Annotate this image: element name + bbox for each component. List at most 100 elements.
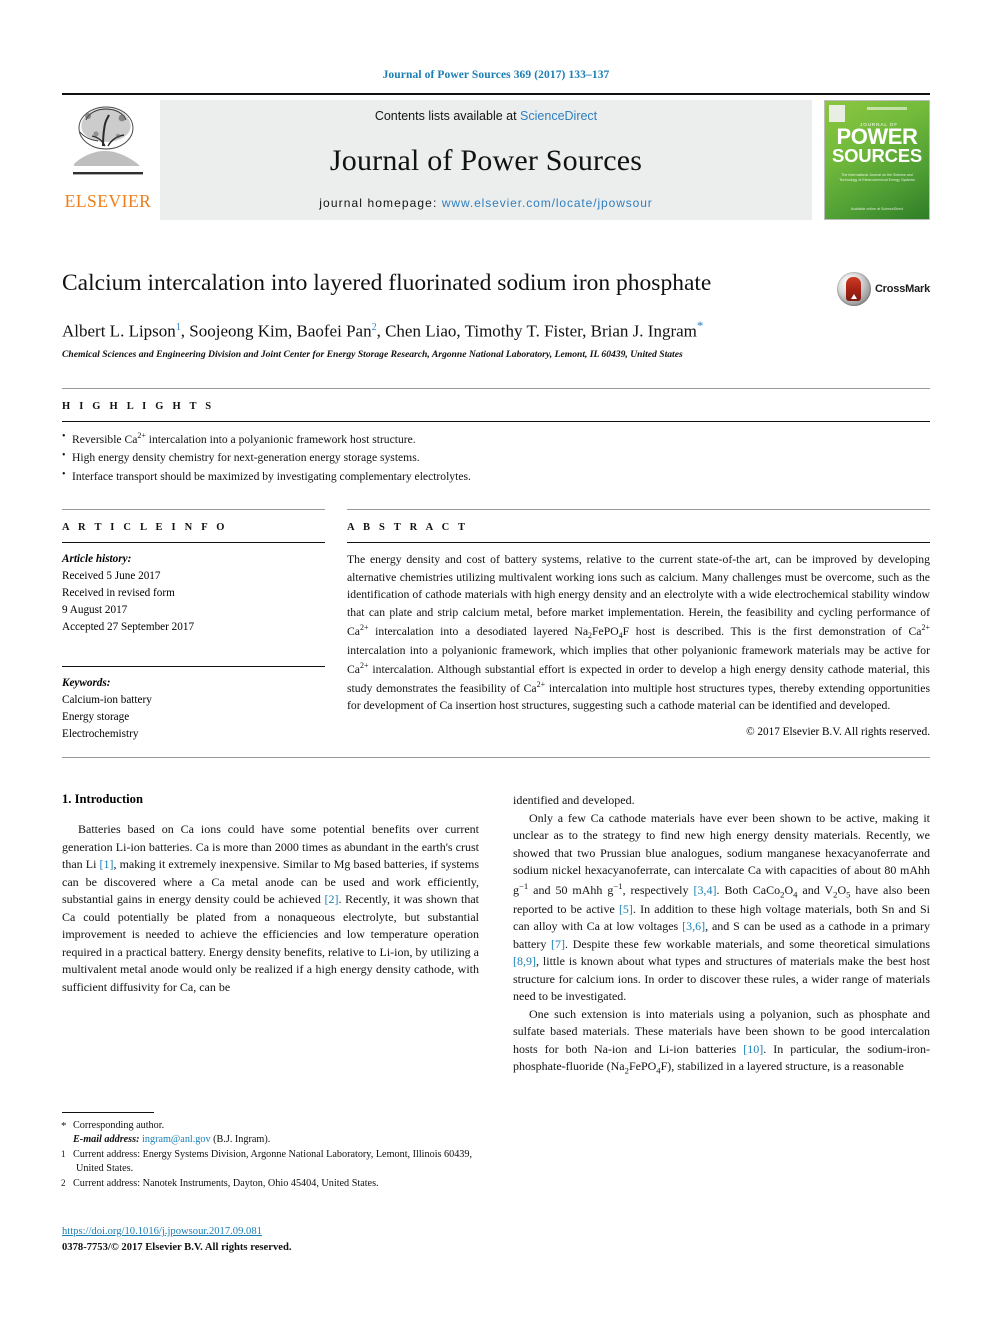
article-history-label: Article history: bbox=[62, 552, 132, 565]
abstract-heading: A B S T R A C T bbox=[347, 521, 469, 533]
footnote-marker-2: 2 bbox=[61, 1177, 66, 1188]
sciencedirect-link[interactable]: ScienceDirect bbox=[520, 109, 597, 123]
highlight-item: Reversible Ca2+ intercalation into a pol… bbox=[62, 429, 930, 450]
issn-copyright-line: 0378-7753/© 2017 Elsevier B.V. All right… bbox=[62, 1241, 292, 1253]
abstract-text: The energy density and cost of battery s… bbox=[347, 552, 931, 713]
article-info-column: A R T I C L E I N F O Article history: R… bbox=[62, 508, 347, 743]
abstract-column: A B S T R A C T The energy density and c… bbox=[347, 508, 931, 743]
contents-band: Contents lists available at ScienceDirec… bbox=[160, 100, 812, 220]
footnote-text-2: Current address: Nanotek Instruments, Da… bbox=[73, 1177, 379, 1189]
cover-title-line1: POWER bbox=[836, 124, 918, 149]
abstract-top-rule bbox=[347, 508, 930, 510]
author-kim: Soojeong Kim bbox=[189, 321, 288, 341]
highlights-list: Reversible Ca2+ intercalation into a pol… bbox=[62, 429, 930, 487]
citation-link[interactable]: [3,4] bbox=[694, 883, 717, 897]
article-history-line: Received 5 June 2017 bbox=[62, 569, 161, 582]
cover-topline bbox=[867, 107, 907, 110]
keyword-item: Electrochemistry bbox=[62, 727, 139, 740]
paragraph: Only a few Ca cathode materials have eve… bbox=[513, 810, 930, 1004]
elsevier-logo: ELSEVIER bbox=[62, 100, 154, 220]
keywords-label: Keywords: bbox=[62, 676, 111, 689]
footnote-address-2: 2 Current address: Nanotek Instruments, D… bbox=[61, 1177, 482, 1191]
author-lipson: Albert L. Lipson bbox=[62, 321, 176, 341]
footnote-address-1: 1 Current address: Energy Systems Divisio… bbox=[61, 1148, 482, 1177]
cover-title-line2: SOURCES bbox=[831, 145, 923, 167]
author-liao: Chen Liao bbox=[385, 321, 457, 341]
footnote-marker-1: 1 bbox=[61, 1148, 66, 1159]
cover-elsevier-mark-icon bbox=[829, 105, 845, 122]
highlights-rule bbox=[62, 420, 930, 422]
citation-link[interactable]: [2] bbox=[324, 892, 338, 906]
article-history-line: 9 August 2017 bbox=[62, 603, 128, 616]
abstract-copyright: © 2017 Elsevier B.V. All rights reserved… bbox=[746, 726, 930, 739]
citation-link[interactable]: [3,6] bbox=[682, 919, 705, 933]
keyword-item: Calcium-ion battery bbox=[62, 693, 152, 706]
journal-homepage-line: journal homepage: www.elsevier.com/locat… bbox=[319, 196, 652, 210]
paragraph-carryover: identified and developed. bbox=[513, 793, 635, 807]
cover-footer: Available online at ScienceDirect bbox=[850, 206, 904, 211]
footnotes-block: * Corresponding author. E-mail address: i… bbox=[61, 1112, 482, 1191]
citation-link[interactable]: [7] bbox=[551, 937, 565, 951]
journal-cover-block: JOURNAL OF POWER SOURCES The Internation… bbox=[818, 100, 930, 220]
crossmark-badge[interactable]: CrossMark bbox=[836, 270, 930, 306]
affiliation: Chemical Sciences and Engineering Divisi… bbox=[62, 348, 683, 360]
homepage-label: journal homepage: bbox=[319, 196, 442, 210]
journal-masthead: ELSEVIER Contents lists available at Sci… bbox=[62, 93, 930, 220]
footnote-corresponding-author: * Corresponding author. bbox=[61, 1119, 482, 1133]
info-abstract-section: A R T I C L E I N F O Article history: R… bbox=[62, 508, 931, 743]
section-divider-rule bbox=[62, 757, 930, 758]
footer-doi-block: https://doi.org/10.1016/j.jpowsour.2017.… bbox=[62, 1224, 292, 1256]
doi-link[interactable]: https://doi.org/10.1016/j.jpowsour.2017.… bbox=[62, 1224, 292, 1240]
footnote-separator-rule bbox=[62, 1112, 154, 1113]
article-info-top-rule bbox=[62, 508, 325, 510]
contents-prefix: Contents lists available at bbox=[374, 109, 521, 123]
citation-link[interactable]: [5] bbox=[619, 902, 633, 916]
email-link[interactable]: ingram@anl.gov bbox=[142, 1134, 211, 1145]
citation-link[interactable]: [10] bbox=[743, 1042, 763, 1056]
running-head: Journal of Power Sources 369 (2017) 133–… bbox=[382, 69, 610, 81]
paragraph: Batteries based on Ca ions could have so… bbox=[62, 822, 480, 994]
citation-link[interactable]: [8,9] bbox=[513, 954, 536, 968]
abstract-rule bbox=[347, 541, 930, 543]
paper-page: Journal of Power Sources 369 (2017) 133–… bbox=[0, 0, 992, 1323]
body-right-column: identified and developed. Only a few Ca … bbox=[513, 792, 930, 1077]
author-list: Albert L. Lipson1, Soojeong Kim, Baofei … bbox=[62, 318, 704, 341]
homepage-url-link[interactable]: www.elsevier.com/locate/jpowsour bbox=[442, 196, 653, 210]
author-mark-corresponding[interactable]: * bbox=[697, 318, 704, 333]
journal-title: Journal of Power Sources bbox=[329, 143, 643, 177]
highlight-item: Interface transport should be maximized … bbox=[62, 467, 930, 487]
footnote-text-1: Current address: Energy Systems Division… bbox=[73, 1148, 473, 1175]
citation-link[interactable]: [1] bbox=[100, 857, 114, 871]
author-mark-1[interactable]: 1 bbox=[176, 322, 181, 333]
article-info-rule bbox=[62, 541, 325, 543]
footnote-email: E-mail address: ingram@anl.gov (B.J. Ing… bbox=[62, 1133, 482, 1147]
cover-subtitle: The International Journal on the Science… bbox=[839, 173, 915, 183]
paragraph: One such extension is into materials usi… bbox=[513, 1006, 931, 1076]
title-row: Calcium intercalation into layered fluor… bbox=[62, 270, 930, 306]
article-history-line: Accepted 27 September 2017 bbox=[62, 620, 195, 633]
highlights-heading: H I G H L I G H T S bbox=[62, 400, 215, 412]
crossmark-label: CrossMark bbox=[874, 283, 930, 295]
crossmark-icon bbox=[836, 272, 871, 306]
author-ingram: Brian J. Ingram bbox=[590, 321, 697, 341]
highlights-section: H I G H L I G H T S Reversible Ca2+ inte… bbox=[62, 387, 930, 487]
body-left-column: 1. Introduction Batteries based on Ca io… bbox=[62, 792, 479, 1077]
email-label: E-mail address: bbox=[73, 1134, 143, 1146]
cover-title: POWER SOURCES bbox=[825, 124, 929, 167]
email-suffix: (B.J. Ingram). bbox=[210, 1134, 271, 1146]
article-history-line: Received in revised form bbox=[62, 586, 175, 599]
author-fister: Timothy T. Fister bbox=[464, 321, 583, 341]
journal-cover-image: JOURNAL OF POWER SOURCES The Internation… bbox=[824, 100, 930, 220]
article-info-heading: A R T I C L E I N F O bbox=[62, 521, 228, 533]
keywords-block: Keywords: Calcium-ion battery Energy sto… bbox=[62, 675, 325, 743]
elsevier-tree-icon bbox=[73, 106, 143, 175]
author-pan: Baofei Pan bbox=[296, 321, 372, 341]
keywords-rule bbox=[62, 665, 325, 667]
author-mark-2[interactable]: 2 bbox=[372, 322, 377, 333]
section-heading-introduction: 1. Introduction bbox=[62, 792, 143, 806]
highlight-item: High energy density chemistry for next-g… bbox=[62, 448, 930, 468]
highlights-top-rule bbox=[62, 387, 930, 389]
page-title: Calcium intercalation into layered fluor… bbox=[62, 270, 712, 296]
asterisk-icon: * bbox=[61, 1120, 67, 1132]
keyword-item: Energy storage bbox=[62, 710, 130, 723]
